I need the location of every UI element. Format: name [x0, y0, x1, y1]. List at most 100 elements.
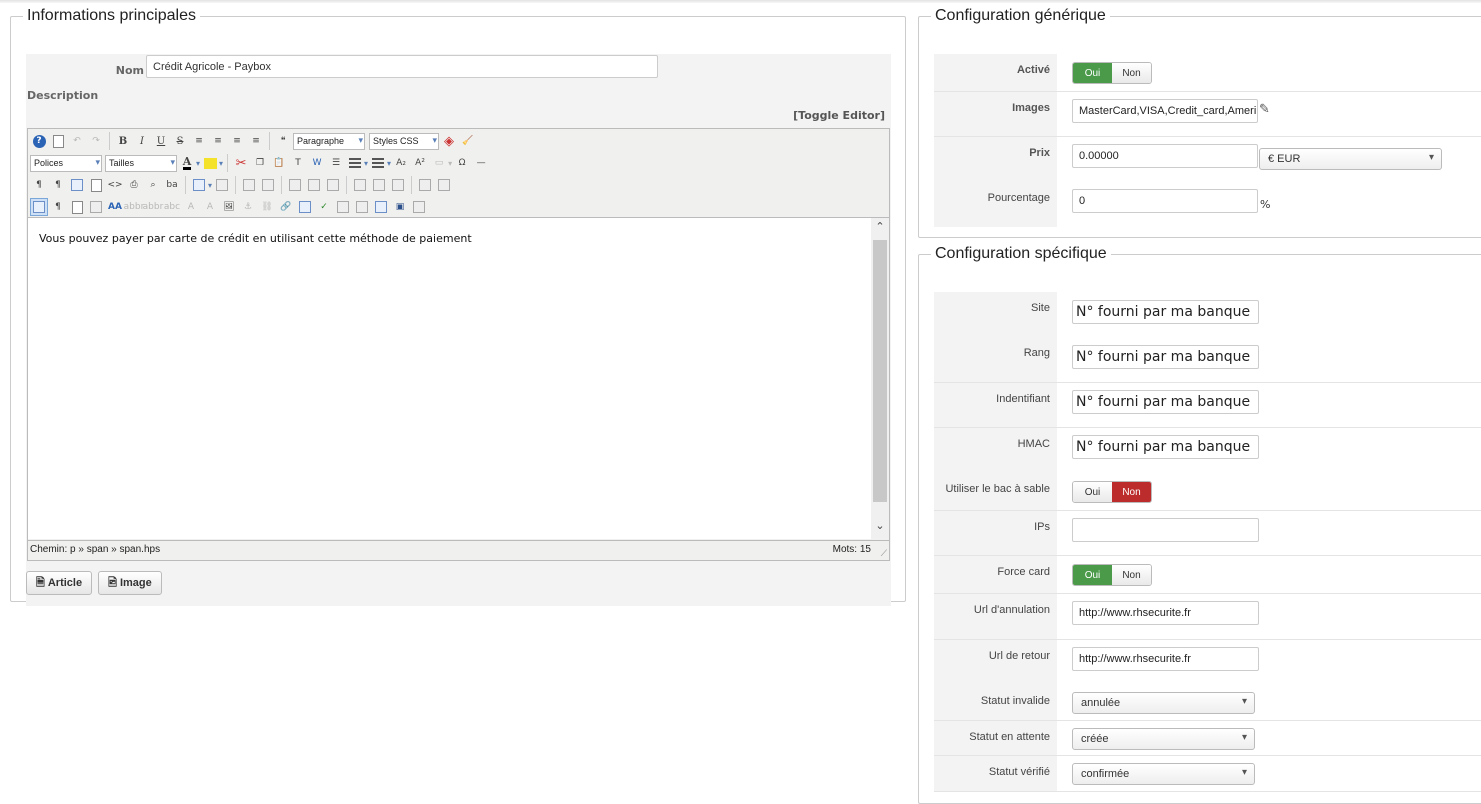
chevron-down-icon[interactable]: ▾	[387, 159, 391, 168]
scroll-up-icon[interactable]: ⌃	[871, 220, 889, 238]
special-paste-button[interactable]: ▭	[430, 154, 448, 172]
search-button[interactable]: ⌕	[144, 176, 162, 194]
help-button[interactable]: ?	[30, 132, 48, 150]
site-input[interactable]: N° fourni par ma banque	[1072, 300, 1259, 324]
editor-scrollbar[interactable]: ⌃ ⌄	[871, 217, 889, 539]
cut-button[interactable]: ✂	[232, 154, 250, 172]
image-manager-button[interactable]: 🖼	[220, 198, 238, 216]
numbered-list-button[interactable]	[346, 154, 364, 172]
fullscreen-button[interactable]	[68, 176, 86, 194]
special-char-button[interactable]: Ω	[453, 154, 471, 172]
align-center-button[interactable]: ≡	[209, 132, 227, 150]
code-button[interactable]: <>	[106, 176, 124, 194]
ins-button[interactable]: A	[201, 198, 219, 216]
cell-props-button[interactable]	[240, 176, 258, 194]
image-button-toolbar[interactable]	[296, 198, 314, 216]
pencil-icon[interactable]: ✎	[1259, 102, 1270, 117]
eraser-button[interactable]: ◈	[440, 132, 458, 150]
abbr-button[interactable]: abbr	[124, 198, 145, 216]
unlink-button[interactable]: ⛓	[258, 198, 276, 216]
cleanup-button[interactable]: 🧹	[459, 132, 477, 150]
hmac-input[interactable]: N° fourni par ma banque	[1072, 435, 1259, 459]
row-before-button[interactable]	[286, 176, 304, 194]
percent-input[interactable]: 0	[1072, 189, 1258, 213]
pending-status-select[interactable]: créée	[1072, 728, 1255, 750]
sandbox-no-option[interactable]: Non	[1112, 482, 1151, 502]
restore-button[interactable]	[410, 198, 428, 216]
redo-button[interactable]: ↷	[87, 132, 105, 150]
chevron-down-icon[interactable]: ▾	[448, 159, 452, 168]
rang-input[interactable]: N° fourni par ma banque	[1072, 345, 1259, 369]
delete-table-button[interactable]	[213, 176, 231, 194]
nom-input[interactable]	[146, 55, 658, 78]
ips-input[interactable]	[1072, 518, 1259, 542]
save-button[interactable]: ▣	[391, 198, 409, 216]
underline-button[interactable]: U	[152, 132, 170, 150]
merge-cells-button[interactable]	[259, 176, 277, 194]
paste-text-button[interactable]: T	[289, 154, 307, 172]
delete-row-button[interactable]	[324, 176, 342, 194]
price-input[interactable]: 0.00000	[1072, 144, 1258, 168]
template-button[interactable]	[87, 198, 105, 216]
paste-special-button[interactable]: ☰	[327, 154, 345, 172]
image-button[interactable]: 🖻 Image	[98, 571, 162, 595]
sandbox-yes-option[interactable]: Oui	[1073, 482, 1112, 502]
images-input[interactable]: MasterCard,VISA,Credit_card,Ameri	[1072, 99, 1258, 123]
ltr-button[interactable]: ¶	[30, 176, 48, 194]
ident-input[interactable]: N° fourni par ma banque	[1072, 390, 1259, 414]
table-props-button[interactable]	[435, 176, 453, 194]
preview-button[interactable]	[87, 176, 105, 194]
italic-button[interactable]: I	[133, 132, 151, 150]
split-cells-button[interactable]	[416, 176, 434, 194]
form-button[interactable]	[334, 198, 352, 216]
rtl-button[interactable]: ¶	[49, 176, 67, 194]
col-before-button[interactable]	[351, 176, 369, 194]
cancel-url-input[interactable]: http://www.rhsecurite.fr	[1072, 601, 1259, 625]
scroll-down-icon[interactable]: ⌄	[871, 519, 889, 537]
bullet-list-button[interactable]	[369, 154, 387, 172]
delete-col-button[interactable]	[389, 176, 407, 194]
undo-button[interactable]: ↶	[68, 132, 86, 150]
return-url-input[interactable]: http://www.rhsecurite.fr	[1072, 647, 1259, 671]
paragraph-format-select[interactable]: Paragraphe	[293, 132, 365, 150]
superscript-button[interactable]: A²	[411, 154, 429, 172]
replace-button[interactable]: ba	[163, 176, 181, 194]
justify-button[interactable]: ≡	[190, 132, 208, 150]
spellcheck-button[interactable]: ✓	[315, 198, 333, 216]
col-after-button[interactable]	[370, 176, 388, 194]
abc-button[interactable]: abc	[163, 198, 181, 216]
align-left-button[interactable]: ≡	[228, 132, 246, 150]
styles-button[interactable]: AA	[106, 198, 124, 216]
del-button[interactable]: A	[182, 198, 200, 216]
strikethrough-button[interactable]: S	[171, 132, 189, 150]
css-styles-select[interactable]: Styles CSS	[369, 132, 439, 150]
align-right-button[interactable]: ≡	[247, 132, 265, 150]
currency-select[interactable]: € EUR	[1259, 148, 1442, 170]
row-after-button[interactable]	[305, 176, 323, 194]
resize-grip-icon[interactable]: ⟋	[881, 548, 887, 559]
subscript-button[interactable]: A₂	[392, 154, 410, 172]
acronym-button[interactable]: abbr	[143, 198, 164, 216]
show-blocks-button[interactable]: ¶	[49, 198, 67, 216]
chevron-down-icon[interactable]: ▾	[196, 159, 200, 168]
copy-button[interactable]: ❐	[251, 154, 269, 172]
horizontal-rule-button[interactable]: —	[472, 154, 490, 172]
chevron-down-icon[interactable]: ▾	[364, 159, 368, 168]
article-button[interactable]: 🗎 Article	[26, 571, 93, 595]
text-color-button[interactable]: A	[178, 154, 196, 172]
media-button[interactable]	[372, 198, 390, 216]
active-yes-option[interactable]: Oui	[1073, 63, 1112, 83]
highlight-color-button[interactable]	[201, 154, 219, 172]
print-button[interactable]: ⎙	[125, 176, 143, 194]
new-document-button[interactable]	[49, 132, 67, 150]
layer-button[interactable]	[353, 198, 371, 216]
font-family-select[interactable]: Polices	[30, 154, 102, 172]
verified-status-select[interactable]: confirmée	[1072, 763, 1255, 785]
link-button[interactable]: 🔗	[277, 198, 295, 216]
invalid-status-select[interactable]: annulée	[1072, 692, 1255, 714]
scrollbar-thumb[interactable]	[873, 240, 887, 502]
chevron-down-icon[interactable]: ▾	[219, 159, 223, 168]
editor-content[interactable]: Vous pouvez payer par carte de crédit en…	[28, 217, 871, 539]
chevron-down-icon[interactable]: ▾	[208, 181, 212, 190]
font-size-select[interactable]: Tailles	[105, 154, 177, 172]
